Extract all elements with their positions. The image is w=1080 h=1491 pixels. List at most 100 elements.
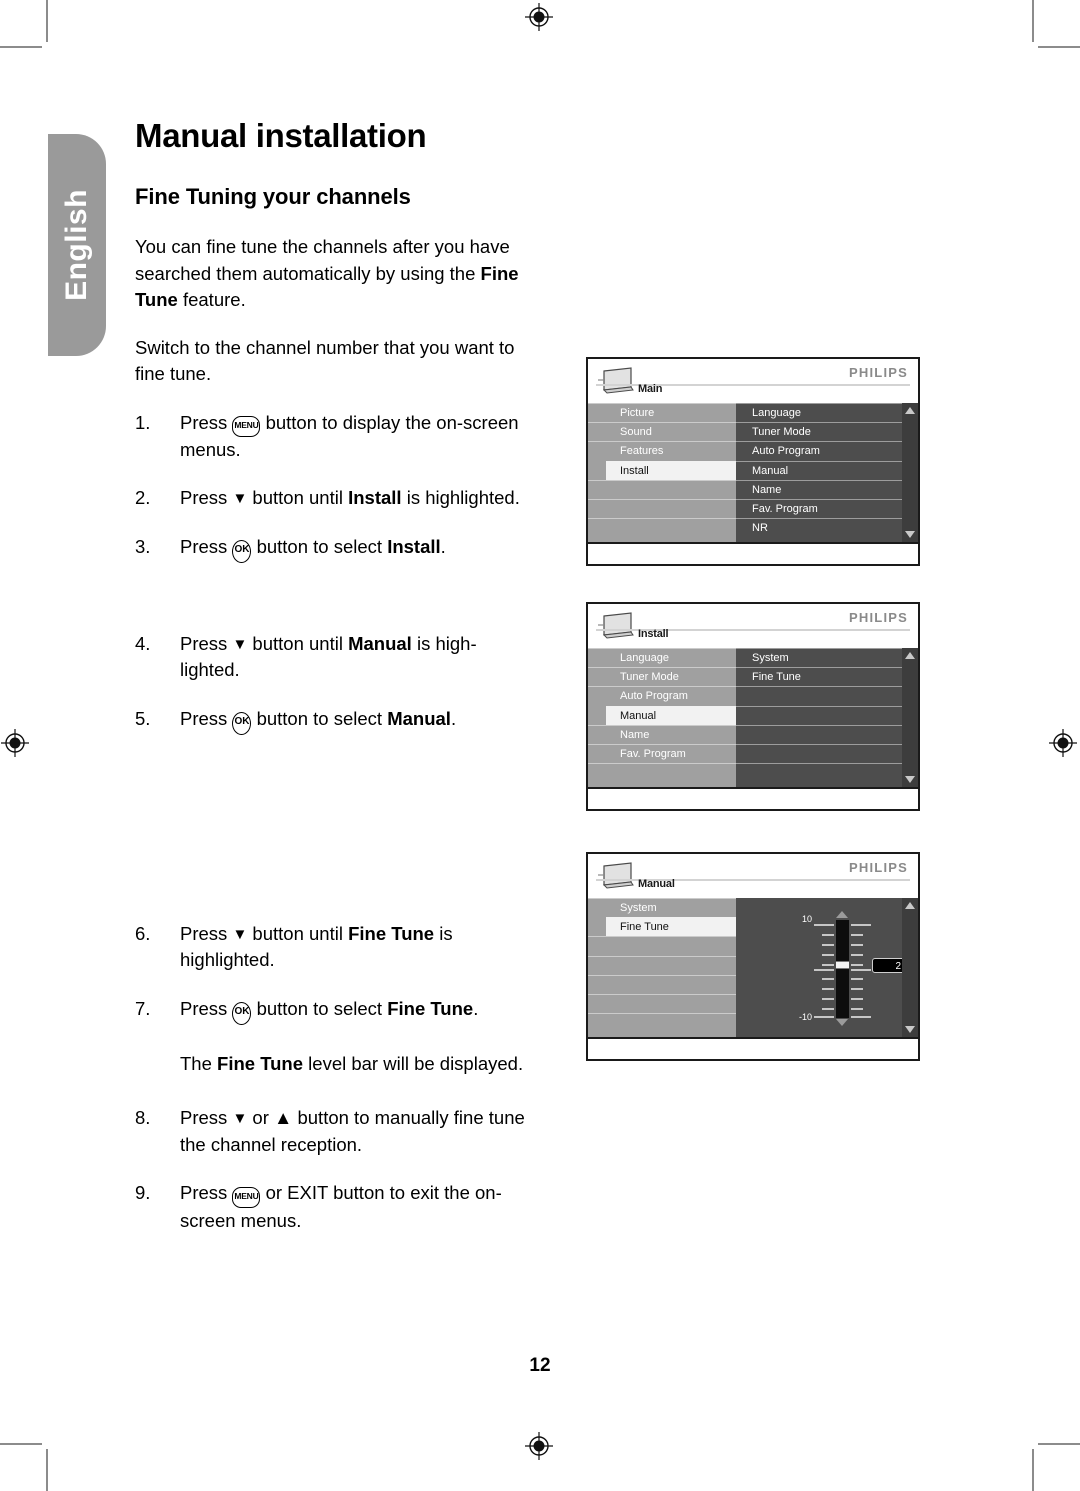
menu-row-empty xyxy=(588,955,736,975)
osd-scrollbar[interactable] xyxy=(902,898,918,1037)
step-text-post: button until xyxy=(247,923,349,945)
level-tick-major xyxy=(851,924,871,926)
level-tick-major xyxy=(814,924,834,926)
level-tick-major xyxy=(851,1016,871,1018)
registration-mark-bottom xyxy=(525,1432,553,1460)
menu-item[interactable]: Name xyxy=(736,479,918,499)
intro-p1-text-b: feature. xyxy=(177,288,246,310)
crop-mark-bottom-left-vertical xyxy=(46,1449,48,1491)
menu-item[interactable]: Language xyxy=(588,648,736,667)
menu-item-selected[interactable]: Fine Tune xyxy=(606,917,736,937)
arrow-down-icon: ▼ xyxy=(232,490,248,508)
osd-header: Install PHILIPS xyxy=(588,604,918,648)
level-tick xyxy=(822,964,834,966)
menu-item[interactable]: Tuner Mode xyxy=(588,667,736,686)
scroll-down-arrow-icon[interactable] xyxy=(905,1026,915,1033)
menu-item-selected[interactable]: Install xyxy=(606,460,736,480)
level-bar-thumb[interactable] xyxy=(836,961,849,969)
registration-mark-right xyxy=(1049,729,1077,757)
menu-item[interactable]: Language xyxy=(736,403,918,422)
menu-item[interactable]: Name xyxy=(588,724,736,744)
step-item-5: 5. Press OK button to select Manual. xyxy=(135,706,535,736)
level-down-caret-icon[interactable] xyxy=(836,1019,848,1026)
menu-row-empty xyxy=(736,743,918,763)
scroll-down-arrow-icon[interactable] xyxy=(905,531,915,538)
arrow-down-icon: ▼ xyxy=(232,636,248,654)
osd-scrollbar[interactable] xyxy=(902,648,918,787)
menu-item[interactable]: System xyxy=(736,648,918,667)
menu-item[interactable]: Sound xyxy=(588,422,736,441)
menu-item[interactable]: Auto Program xyxy=(736,441,918,460)
step-item-4: 4. Press ▼ button until Manual is high-li… xyxy=(135,631,535,684)
scroll-up-arrow-icon[interactable] xyxy=(905,902,915,909)
step-text-post: button to select xyxy=(251,707,388,729)
step-text-pre: Press xyxy=(180,707,233,729)
level-tick xyxy=(851,998,863,1000)
step-bold: Fine Tune xyxy=(348,923,435,945)
step-text-pre: Press xyxy=(180,411,233,433)
step-number: 9. xyxy=(135,1182,151,1204)
osd-footer-bar xyxy=(588,1037,918,1059)
level-bar-track[interactable] xyxy=(836,920,849,1018)
osd-header: Manual PHILIPS xyxy=(588,854,918,898)
osd-left-column: Language Tuner Mode Auto Program Manual … xyxy=(588,648,736,787)
step-text-pre: Press xyxy=(180,487,233,509)
level-tick xyxy=(822,944,834,946)
osd-screenshot-install: Install PHILIPS Language Tuner Mode Auto… xyxy=(586,602,920,811)
section-title: Fine Tuning your channels xyxy=(135,184,411,210)
menu-row-empty xyxy=(736,763,918,782)
level-tick xyxy=(851,934,863,936)
menu-row-empty xyxy=(588,1013,736,1032)
menu-item[interactable]: Manual xyxy=(736,460,918,480)
step-number: 6. xyxy=(135,923,151,945)
menu-item[interactable]: Tuner Mode xyxy=(736,422,918,441)
menu-item[interactable]: NR xyxy=(736,518,918,537)
menu-item[interactable]: Fav. Program xyxy=(588,743,736,763)
step-item-2: 2. Press ▼ button until Install is highli… xyxy=(135,485,535,511)
level-up-caret-icon[interactable] xyxy=(836,911,848,918)
menu-button-icon: MENU xyxy=(232,1186,261,1208)
menu-item[interactable]: Fine Tune xyxy=(736,667,918,686)
osd-body: Picture Sound Features Install Language … xyxy=(588,403,918,542)
step-text-post: button until xyxy=(247,633,349,655)
menu-item[interactable]: Picture xyxy=(588,403,736,422)
menu-item[interactable]: Auto Program xyxy=(588,686,736,705)
ok-button-icon: OK xyxy=(232,1002,252,1026)
steps-list: 1. Press MENU button to display the on-sc… xyxy=(135,410,535,1234)
osd-body: System Fine Tune 10 -10 2 xyxy=(588,898,918,1037)
osd-left-column: System Fine Tune xyxy=(588,898,736,1037)
crop-mark-bottom-left-horizontal xyxy=(0,1443,42,1445)
step-item-6: 6. Press ▼ button until Fine Tune is high… xyxy=(135,921,535,974)
level-tick xyxy=(822,988,834,990)
menu-row-empty xyxy=(588,936,736,955)
intro-paragraph-2: Switch to the channel number that you wa… xyxy=(135,337,515,385)
crop-mark-top-left-horizontal xyxy=(0,46,42,48)
scroll-down-arrow-icon[interactable] xyxy=(905,776,915,783)
osd-right-column: System Fine Tune xyxy=(736,648,918,787)
step-bold: Manual xyxy=(387,707,451,729)
tv-set-icon xyxy=(598,367,634,394)
level-tick xyxy=(822,934,834,936)
menu-item[interactable]: System xyxy=(588,898,736,917)
menu-row-empty xyxy=(736,686,918,705)
step-item-7: 7. Press OK button to select Fine Tune. xyxy=(135,996,535,1026)
osd-breadcrumb: Manual xyxy=(638,878,675,890)
crop-mark-bottom-right-vertical xyxy=(1032,1449,1034,1491)
step-number: 1. xyxy=(135,411,151,433)
menu-item[interactable]: Features xyxy=(588,441,736,460)
philips-logo: PHILIPS xyxy=(849,365,908,380)
osd-footer-bar xyxy=(588,542,918,564)
menu-item[interactable]: Fav. Program xyxy=(736,498,918,518)
ok-button-icon: OK xyxy=(232,712,252,736)
menu-button-icon: MENU xyxy=(232,416,261,438)
osd-scrollbar[interactable] xyxy=(902,403,918,542)
fine-tune-level-bar[interactable]: 10 -10 2 xyxy=(788,906,908,1031)
crop-mark-top-right-horizontal xyxy=(1038,46,1080,48)
level-tick xyxy=(851,944,863,946)
step-text-tail: . xyxy=(440,535,446,557)
step-number: 4. xyxy=(135,633,151,655)
scroll-up-arrow-icon[interactable] xyxy=(905,652,915,659)
scroll-up-arrow-icon[interactable] xyxy=(905,407,915,414)
step-item-9: 9. Press MENU or EXIT button to exit the … xyxy=(135,1180,535,1234)
menu-item-selected[interactable]: Manual xyxy=(606,705,736,725)
